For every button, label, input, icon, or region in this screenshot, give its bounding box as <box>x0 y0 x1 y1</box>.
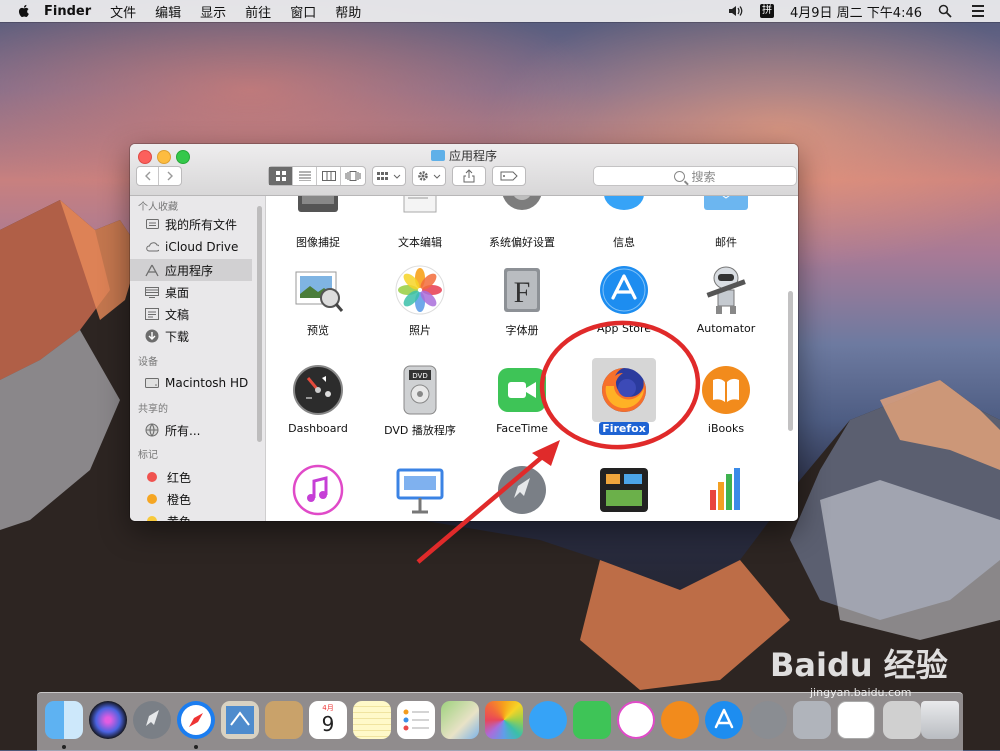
rocket-icon <box>146 710 159 726</box>
contacts-icon[interactable] <box>265 701 303 739</box>
downloads-icon[interactable] <box>883 701 921 739</box>
mail-icon[interactable] <box>221 701 259 739</box>
firefox-icon[interactable] <box>837 701 875 739</box>
annotation-overlay <box>416 320 701 564</box>
app-store-icon[interactable] <box>705 701 743 739</box>
running-indicator <box>194 745 198 749</box>
baidu-watermark-logo: Baidu 经验 jingyan.baidu.com <box>770 646 948 699</box>
annotation-arrow-line <box>416 450 550 564</box>
system-preferences-icon[interactable] <box>749 701 787 739</box>
launchpad-icon[interactable] <box>133 701 171 739</box>
reminders-icon[interactable] <box>397 701 435 739</box>
maps-icon[interactable] <box>441 701 479 739</box>
eagle-stamp-icon <box>226 706 254 734</box>
facetime-icon[interactable] <box>573 701 611 739</box>
app-store-a-icon <box>714 708 734 729</box>
ibooks-icon[interactable] <box>661 701 699 739</box>
photos-icon[interactable] <box>485 701 523 739</box>
itunes-icon[interactable] <box>617 701 655 739</box>
trash-icon[interactable] <box>921 701 959 739</box>
safari-icon[interactable] <box>177 701 215 739</box>
calendar-icon[interactable]: 4月 9 <box>309 701 347 739</box>
notes-icon[interactable] <box>353 701 391 739</box>
dock: 4月 9 <box>37 692 963 751</box>
compass-icon <box>181 705 211 735</box>
finder-icon[interactable] <box>45 701 83 739</box>
running-indicator <box>62 745 66 749</box>
siri-icon[interactable] <box>89 701 127 739</box>
checklist-icon <box>403 709 429 731</box>
annotation-circle <box>539 320 701 450</box>
calendar-day: 9 <box>321 712 335 736</box>
preview-icon[interactable] <box>793 701 831 739</box>
messages-icon[interactable] <box>529 701 567 739</box>
